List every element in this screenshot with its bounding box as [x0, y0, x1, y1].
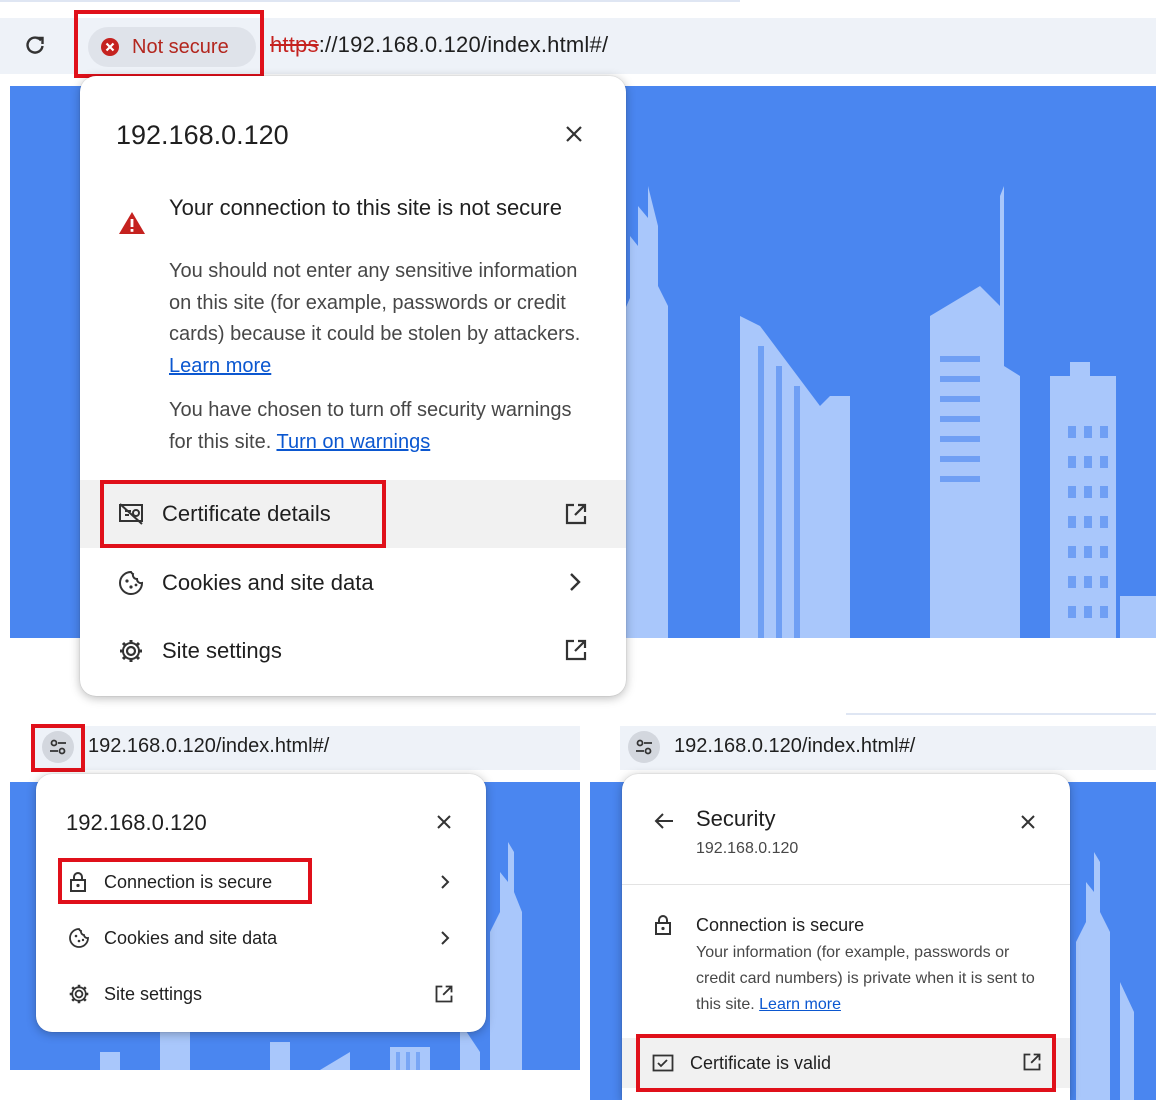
tune-icon	[635, 739, 653, 755]
cookies-label: Cookies and site data	[162, 570, 374, 595]
url-scheme: https	[270, 32, 319, 57]
site-settings-row[interactable]: Site settings	[80, 616, 626, 684]
external-link-icon	[564, 638, 588, 662]
turn-on-warnings-link[interactable]: Turn on warnings	[276, 431, 430, 453]
chosen-text: You have chosen to turn off security war…	[169, 394, 599, 458]
external-link-icon	[564, 502, 588, 526]
connection-secure-text: Your information (for example, passwords…	[696, 944, 1035, 1013]
highlight-not-secure	[74, 10, 264, 78]
warning-heading: Your connection to this site is not secu…	[169, 195, 562, 220]
warning-triangle-icon	[118, 210, 146, 236]
cookies-row[interactable]: Cookies and site data	[80, 548, 626, 616]
site-info-popup-2: 192.168.0.120 Connection is secure Cooki…	[36, 774, 486, 1032]
highlight-certificate-details	[100, 480, 386, 548]
site-settings-label-2: Site settings	[104, 984, 203, 1004]
close-icon[interactable]	[1020, 814, 1036, 830]
popup-title: 192.168.0.120	[116, 120, 289, 150]
back-arrow-icon[interactable]	[654, 812, 674, 830]
cookie-icon	[68, 927, 90, 949]
chevron-right-icon	[440, 930, 450, 946]
top-divider-3	[846, 713, 1156, 715]
site-settings-row-2[interactable]: Site settings	[36, 970, 486, 1018]
highlight-site-info-button	[31, 724, 85, 772]
gear-icon	[68, 983, 90, 1005]
warning-body-text: You should not enter any sensitive infor…	[169, 260, 581, 345]
warning-body: You should not enter any sensitive infor…	[169, 256, 599, 382]
site-settings-label: Site settings	[162, 638, 282, 663]
external-link-icon	[434, 984, 454, 1004]
site-info-popup: 192.168.0.120 Your connection to this si…	[80, 76, 626, 696]
url-text[interactable]: https://192.168.0.120/index.html#/	[270, 32, 608, 58]
connection-secure-heading: Connection is secure	[696, 915, 865, 935]
divider	[622, 884, 1070, 885]
highlight-connection-secure	[58, 858, 312, 904]
chevron-right-icon	[440, 874, 450, 890]
cookie-icon	[118, 570, 144, 596]
lock-icon	[654, 914, 672, 936]
reload-icon[interactable]	[24, 34, 46, 56]
learn-more-link[interactable]: Learn more	[759, 996, 841, 1013]
top-divider	[0, 0, 740, 2]
popup-title-2: 192.168.0.120	[66, 810, 207, 835]
security-title: Security	[696, 806, 776, 831]
close-icon[interactable]	[564, 124, 584, 144]
cookies-label-2: Cookies and site data	[104, 928, 278, 948]
learn-more-link[interactable]: Learn more	[169, 355, 271, 377]
connection-secure-body: Your information (for example, passwords…	[696, 940, 1044, 1018]
chevron-right-icon	[568, 572, 582, 592]
close-icon[interactable]	[436, 814, 452, 830]
url-text-3[interactable]: 192.168.0.120/index.html#/	[674, 735, 915, 758]
site-info-button-3[interactable]	[628, 731, 660, 763]
url-rest: ://192.168.0.120/index.html#/	[318, 32, 609, 57]
gear-icon	[118, 638, 144, 664]
url-text-2[interactable]: 192.168.0.120/index.html#/	[88, 735, 329, 758]
cookies-row-2[interactable]: Cookies and site data	[36, 914, 486, 962]
security-subtitle: 192.168.0.120	[696, 840, 799, 857]
highlight-certificate-valid	[636, 1034, 1056, 1092]
